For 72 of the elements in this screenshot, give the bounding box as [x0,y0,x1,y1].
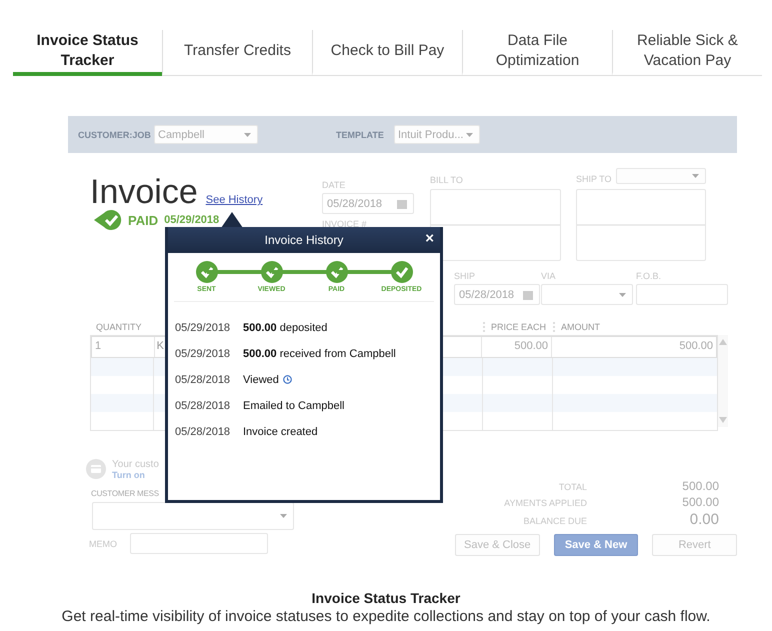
status-label: PAID [128,212,158,228]
field-label: F.O.B. [636,271,662,281]
event-date: 05/28/2018 [175,374,232,386]
field-label: VIA [541,271,557,281]
column-header: PRICE EACH [483,322,553,332]
dropdown-field[interactable] [92,502,294,530]
dropdown-field[interactable]: Campbell [154,125,258,144]
field-label: MEMO [89,538,117,548]
caret-icon [692,174,699,178]
event-text: 500.00 deposited [243,322,328,334]
table-cell: 1 [92,337,155,357]
total-label: TOTAL [558,482,587,492]
event-date: 05/29/2018 [175,322,232,334]
turn-on-link[interactable]: Turn on [112,470,159,480]
total-value: 0.00 [688,511,720,528]
event-date: 05/28/2018 [175,400,232,412]
field-label: CUSTOMER:JOB [78,130,152,140]
input-field[interactable] [636,284,728,305]
status-date: 05/29/2018 [164,214,220,226]
tab[interactable]: Reliable Sick & Vacation Pay [612,30,762,76]
date-field[interactable]: 05/28/2018 [454,284,540,305]
table-cell: 500.00 [482,337,552,357]
dropdown-field[interactable] [541,284,633,305]
field-label: DATE [322,180,346,190]
caption-text: Get real-time visibility of invoice statuses to expedite collections and stay on top of your cash flow. [62,608,710,625]
caption-title: Invoice Status Tracker [312,590,460,606]
dropdown-field[interactable]: Intuit Produ... [394,125,480,144]
tab[interactable]: Data File Optimization [462,30,612,76]
total-value: 500.00 [681,495,720,509]
form-button[interactable]: Save & Close [455,534,540,556]
total-value: 500.00 [681,479,720,493]
form-button[interactable]: Save & New [554,534,638,556]
total-label: AYMENTS APPLIED [503,498,587,508]
invoice-title: Invoice [90,174,198,210]
dropdown-field[interactable] [616,168,706,184]
caret-icon [280,514,287,518]
calendar-icon [523,290,533,300]
date-field[interactable]: 05/28/2018 [322,193,414,214]
popup-title: Invoice History [264,233,344,247]
tab[interactable]: Check to Bill Pay [312,30,462,76]
field-label: SHIP [454,271,476,281]
table-cell-text: 500.00 [678,339,714,354]
calendar-icon [397,198,407,208]
credit-card-icon [86,459,106,479]
field-label: SHIP TO [576,174,612,184]
payment-note: Your custo [112,459,159,470]
field-label: CUSTOMER MESS [91,489,160,498]
field-label: BILL TO [430,175,464,185]
field-label: TEMPLATE [336,130,385,140]
see-history-link[interactable]: See History [206,194,263,206]
clock-icon [282,375,292,384]
column-header: QUANTITY [95,322,143,332]
down-arrow-icon[interactable] [719,417,727,423]
tab[interactable]: Invoice Status Tracker [13,30,162,76]
event-text: Invoice created [243,426,318,438]
up-arrow-icon[interactable] [719,339,727,345]
total-label: BALANCE DUE [522,516,587,526]
event-text: 500.00 received from Campbell [243,348,396,360]
caret-icon [244,132,251,136]
tab[interactable]: Transfer Credits [162,30,312,76]
event-date: 05/28/2018 [175,426,232,438]
caret-icon [619,292,626,296]
event-date: 05/29/2018 [175,348,232,360]
form-button[interactable]: Revert [652,534,738,556]
scrollbar[interactable] [718,335,728,427]
event-text: Emailed to Campbell [243,400,344,412]
field-label: INVOICE # [322,219,368,229]
memo-field[interactable] [130,533,268,554]
close-button[interactable]: × [425,231,434,247]
column-header: AMOUNT [553,322,718,332]
caret-icon [466,132,473,136]
event-text: Viewed [243,374,279,386]
